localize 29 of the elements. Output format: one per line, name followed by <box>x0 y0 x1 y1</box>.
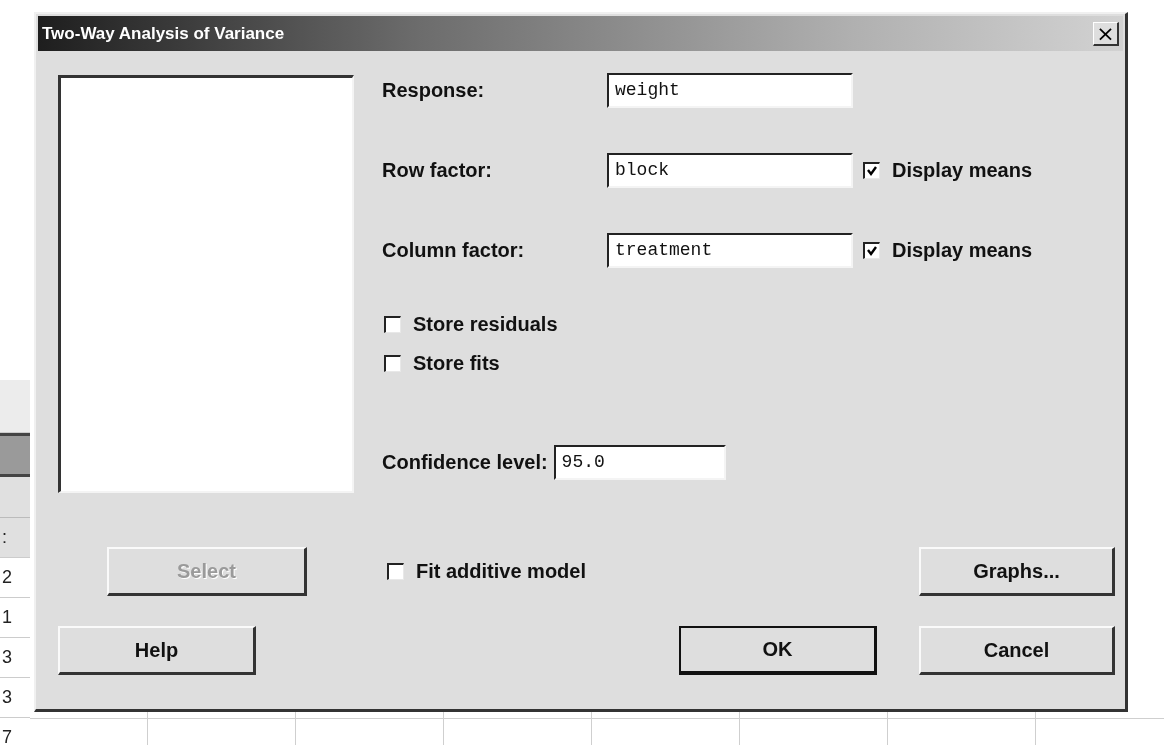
checkbox-label: Display means <box>892 159 1033 182</box>
checkbox-label: Fit additive model <box>416 560 587 583</box>
checkbox[interactable] <box>384 355 401 372</box>
input-field[interactable]: block <box>607 153 853 188</box>
help-button[interactable]: Help <box>58 626 256 675</box>
field-label: Confidence level: <box>382 451 548 474</box>
checkbox-label: Display means <box>892 239 1033 262</box>
cancel-button[interactable]: Cancel <box>919 626 1115 675</box>
input-field[interactable]: 95.0 <box>553 445 726 480</box>
checkbox-label: Store residuals <box>413 313 558 336</box>
field-label: Column factor: <box>382 239 526 262</box>
column-header <box>0 477 30 518</box>
checkbox[interactable] <box>863 162 880 179</box>
close-button[interactable]: × <box>1093 21 1119 46</box>
field-label: Row factor: <box>382 159 493 182</box>
field-label: Response: <box>382 79 486 102</box>
checkbox[interactable] <box>387 563 404 580</box>
row-number: : <box>0 518 30 558</box>
window-title: Two-Way Analysis of Variance <box>42 23 285 44</box>
row-number: 7 <box>0 718 30 745</box>
checkbox-label: Store fits <box>413 352 500 375</box>
toolbar-strip <box>0 380 30 433</box>
checkbox[interactable] <box>863 242 880 259</box>
checkbox[interactable] <box>384 316 401 333</box>
ok-button[interactable]: OK <box>679 626 877 675</box>
input-field[interactable]: treatment <box>607 233 853 268</box>
input-field[interactable]: weight <box>607 73 853 108</box>
graphs-button[interactable]: Graphs... <box>919 547 1115 596</box>
sheet-title-bar <box>0 433 30 477</box>
